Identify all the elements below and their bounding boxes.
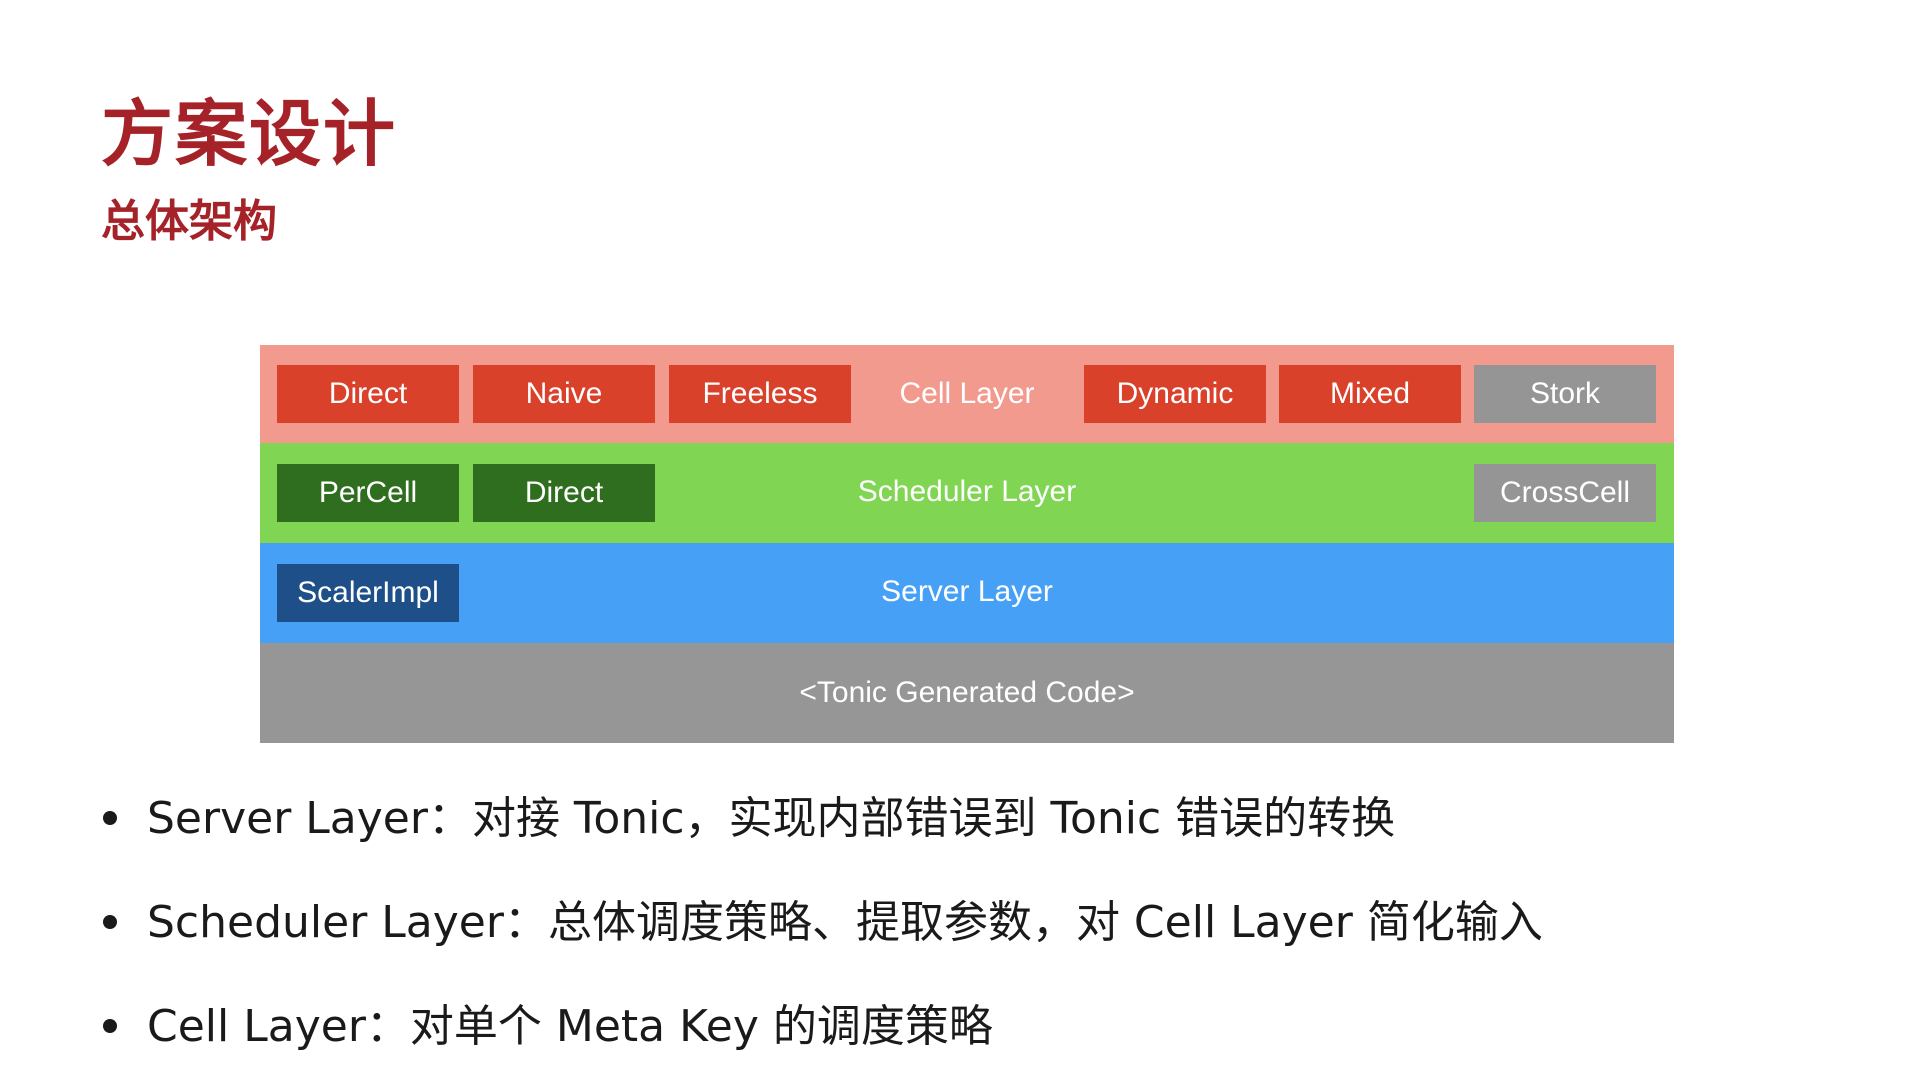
tonic-layer: <Tonic Generated Code>	[260, 643, 1674, 743]
bullet-text-cell: Cell Layer：对单个 Meta Key 的调度策略	[147, 1001, 993, 1052]
cell-box-direct: Direct	[277, 365, 459, 423]
bullet-text-server: Server Layer：对接 Tonic，实现内部错误到 Tonic 错误的转…	[147, 793, 1396, 844]
server-box-scalerimpl: ScalerImpl	[277, 564, 459, 622]
bullet-dot-icon	[103, 1019, 117, 1033]
bullet-item: Server Layer：对接 Tonic，实现内部错误到 Tonic 错误的转…	[101, 790, 1881, 894]
cell-box-stork: Stork	[1474, 365, 1656, 423]
bullet-dot-icon	[103, 915, 117, 929]
bullet-list: Server Layer：对接 Tonic，实现内部错误到 Tonic 错误的转…	[101, 790, 1881, 1080]
tonic-layer-label: <Tonic Generated Code>	[799, 676, 1135, 709]
scheduler-box-crosscell: CrossCell	[1474, 464, 1656, 522]
scheduler-layer: Scheduler Layer PerCell Direct CrossCell	[260, 443, 1674, 543]
bullet-item: Scheduler Layer：总体调度策略、提取参数，对 Cell Layer…	[101, 894, 1881, 998]
page-title: 方案设计	[101, 92, 398, 176]
cell-layer: Cell Layer Direct Naive Freeless Dynamic…	[260, 345, 1674, 443]
scheduler-box-direct: Direct	[473, 464, 655, 522]
scheduler-box-percell: PerCell	[277, 464, 459, 522]
bullet-item: Cell Layer：对单个 Meta Key 的调度策略	[101, 998, 1881, 1080]
cell-box-naive: Naive	[473, 365, 655, 423]
server-layer: Server Layer ScalerImpl	[260, 543, 1674, 643]
bullet-text-scheduler: Scheduler Layer：总体调度策略、提取参数，对 Cell Layer…	[147, 897, 1543, 948]
slide: 方案设计 总体架构 Cell Layer Direct Naive Freele…	[0, 0, 1920, 1080]
bullet-dot-icon	[103, 811, 117, 825]
cell-box-freeless: Freeless	[669, 365, 851, 423]
page-subtitle: 总体架构	[101, 196, 277, 247]
cell-box-mixed: Mixed	[1279, 365, 1461, 423]
server-layer-label: Server Layer	[881, 575, 1053, 608]
architecture-diagram: Cell Layer Direct Naive Freeless Dynamic…	[260, 345, 1674, 743]
cell-box-dynamic: Dynamic	[1084, 365, 1266, 423]
